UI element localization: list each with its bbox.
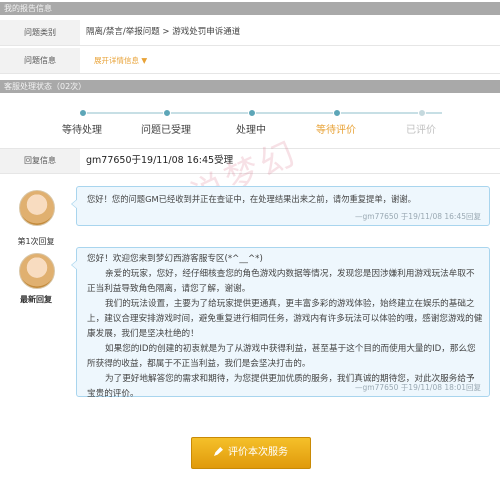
progress-line xyxy=(82,112,442,114)
step-dot-4 xyxy=(333,109,341,117)
step-label-2: 问题已受理 xyxy=(141,125,191,136)
step-dot-2 xyxy=(163,109,171,117)
pencil-icon xyxy=(214,447,223,456)
problem-type-label: 问题类别 xyxy=(0,20,80,45)
problem-type-row: 问题类别 隔离/禁言/举报问题 > 游戏处罚申诉通道 xyxy=(0,20,500,46)
rate-service-button[interactable]: 评价本次服务 xyxy=(191,437,311,469)
reply-2-paragraph: 如果您的ID的创建的初衷就是为了从游戏中获得利益，甚至基于这个目的而使用大量的I… xyxy=(87,344,476,369)
reply-1-caption: 第1次回复 xyxy=(17,237,55,246)
basic-info-header: 我的报告信息 xyxy=(0,2,500,15)
reply-2-bubble: 您好！欢迎您来到梦幻西游客服专区(*^__^*) 亲爱的玩家，您好，经仔细核查您… xyxy=(71,247,490,399)
problem-info-row: 问题信息 展开详情信息 ▼ xyxy=(0,48,500,74)
gm-avatar-icon xyxy=(19,190,55,226)
reply-1-signature: —gm77650 于19/11/08 16:45回复 xyxy=(355,212,481,221)
step-dot-5 xyxy=(418,109,426,117)
step-dot-1 xyxy=(79,109,87,117)
rate-service-label: 评价本次服务 xyxy=(228,447,288,458)
reply-2-body: 您好！欢迎您来到梦幻西游客服专区(*^__^*) 亲爱的玩家，您好，经仔细核查您… xyxy=(87,252,483,402)
reply-2-paragraph: 亲爱的玩家，您好，经仔细核查您的角色游戏内数据等情况，发现您是因涉嫌利用游戏玩法… xyxy=(87,269,475,294)
reply-1-bubble: 您好！您的问题GM已经收到并正在查证中，在处理结果出来之前，请勿重复提单，谢谢。… xyxy=(71,186,490,226)
step-dot-3 xyxy=(248,109,256,117)
problem-info-label: 问题信息 xyxy=(0,48,80,73)
reply-2-paragraph: 我们的玩法设置，主要为了给玩家提供更通真，更丰富多彩的游戏体验，始终建立在娱乐的… xyxy=(87,299,483,339)
problem-type-value: 隔离/禁言/举报问题 > 游戏处罚申诉通道 xyxy=(86,27,241,37)
gm-avatar-icon xyxy=(19,253,55,289)
bubble-arrow-inner xyxy=(72,199,78,209)
reply-info-label: 回复信息 xyxy=(0,149,80,173)
reply-2-caption: 最新回复 xyxy=(20,295,52,304)
reply-info-row: 回复信息 gm77650于19/11/08 16:45受理 xyxy=(0,148,500,174)
reply-1-text: 您好！您的问题GM已经收到并正在查证中，在处理结果出来之前，请勿重复提单，谢谢。 xyxy=(87,194,416,204)
reply-2-greeting: 您好！欢迎您来到梦幻西游客服专区(*^__^*) xyxy=(87,254,263,264)
step-label-5: 已评价 xyxy=(406,125,436,136)
reply-info-value: gm77650于19/11/08 16:45受理 xyxy=(86,155,234,166)
expand-details-link[interactable]: 展开详情信息 ▼ xyxy=(94,48,147,73)
reply-2-signature: —gm77650 于19/11/08 18:01回复 xyxy=(355,383,481,392)
processing-status-header: 客服处理状态（02次） xyxy=(0,80,500,93)
progress-steps: 等待处理 问题已受理 处理中 等待评价 已评价 xyxy=(0,108,500,146)
step-label-1: 等待处理 xyxy=(62,125,102,136)
step-label-3: 处理中 xyxy=(236,125,266,136)
bubble-arrow-inner xyxy=(72,260,78,270)
step-label-4: 等待评价 xyxy=(316,125,356,136)
